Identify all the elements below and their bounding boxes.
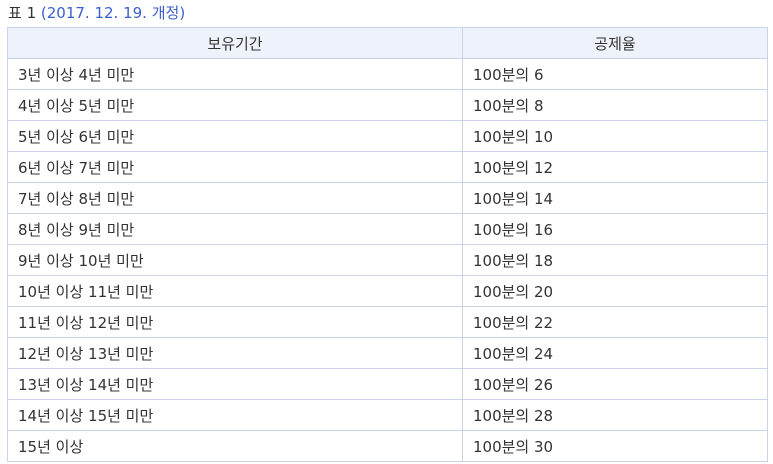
deduction-rate-cell: 100분의 30 [462,430,768,462]
holding-period-cell: 11년 이상 12년 미만 [7,306,463,338]
holding-period-cell: 4년 이상 5년 미만 [7,89,463,121]
deduction-rate-table: 보유기간 공제율 3년 이상 4년 미만 100분의 6 4년 이상 5년 미만… [7,27,768,462]
table-row: 14년 이상 15년 미만 100분의 28 [7,399,768,431]
table-row: 13년 이상 14년 미만 100분의 26 [7,368,768,400]
deduction-rate-cell: 100분의 8 [462,89,768,121]
table-row: 15년 이상 100분의 30 [7,430,768,462]
caption-label: 표 1 [8,4,41,22]
deduction-rate-cell: 100분의 28 [462,399,768,431]
table-row: 9년 이상 10년 미만 100분의 18 [7,244,768,276]
holding-period-cell: 10년 이상 11년 미만 [7,275,463,307]
table-row: 7년 이상 8년 미만 100분의 14 [7,182,768,214]
holding-period-cell: 6년 이상 7년 미만 [7,151,463,183]
table-row: 11년 이상 12년 미만 100분의 22 [7,306,768,338]
deduction-rate-cell: 100분의 18 [462,244,768,276]
table-row: 4년 이상 5년 미만 100분의 8 [7,89,768,121]
holding-period-cell: 5년 이상 6년 미만 [7,120,463,152]
amendment-date-link[interactable]: 2017. 12. 19. 개정 [47,4,180,22]
table-row: 3년 이상 4년 미만 100분의 6 [7,58,768,90]
table-caption: 표 1 (2017. 12. 19. 개정) [8,2,185,24]
holding-period-cell: 3년 이상 4년 미만 [7,58,463,90]
deduction-rate-cell: 100분의 16 [462,213,768,245]
table-row: 12년 이상 13년 미만 100분의 24 [7,337,768,369]
header-holding-period: 보유기간 [7,27,463,59]
table-row: 6년 이상 7년 미만 100분의 12 [7,151,768,183]
header-deduction-rate: 공제율 [462,27,768,59]
deduction-rate-cell: 100분의 24 [462,337,768,369]
table-row: 8년 이상 9년 미만 100분의 16 [7,213,768,245]
table-row: 10년 이상 11년 미만 100분의 20 [7,275,768,307]
table-row: 5년 이상 6년 미만 100분의 10 [7,120,768,152]
holding-period-cell: 8년 이상 9년 미만 [7,213,463,245]
table-header-row: 보유기간 공제율 [7,27,768,59]
holding-period-cell: 7년 이상 8년 미만 [7,182,463,214]
holding-period-cell: 9년 이상 10년 미만 [7,244,463,276]
deduction-rate-cell: 100분의 22 [462,306,768,338]
holding-period-cell: 12년 이상 13년 미만 [7,337,463,369]
amendment-link-close-paren[interactable]: ) [179,4,185,22]
deduction-rate-cell: 100분의 26 [462,368,768,400]
deduction-rate-cell: 100분의 14 [462,182,768,214]
holding-period-cell: 14년 이상 15년 미만 [7,399,463,431]
deduction-rate-cell: 100분의 10 [462,120,768,152]
holding-period-cell: 15년 이상 [7,430,463,462]
deduction-rate-cell: 100분의 6 [462,58,768,90]
holding-period-cell: 13년 이상 14년 미만 [7,368,463,400]
deduction-rate-cell: 100분의 20 [462,275,768,307]
deduction-rate-cell: 100분의 12 [462,151,768,183]
